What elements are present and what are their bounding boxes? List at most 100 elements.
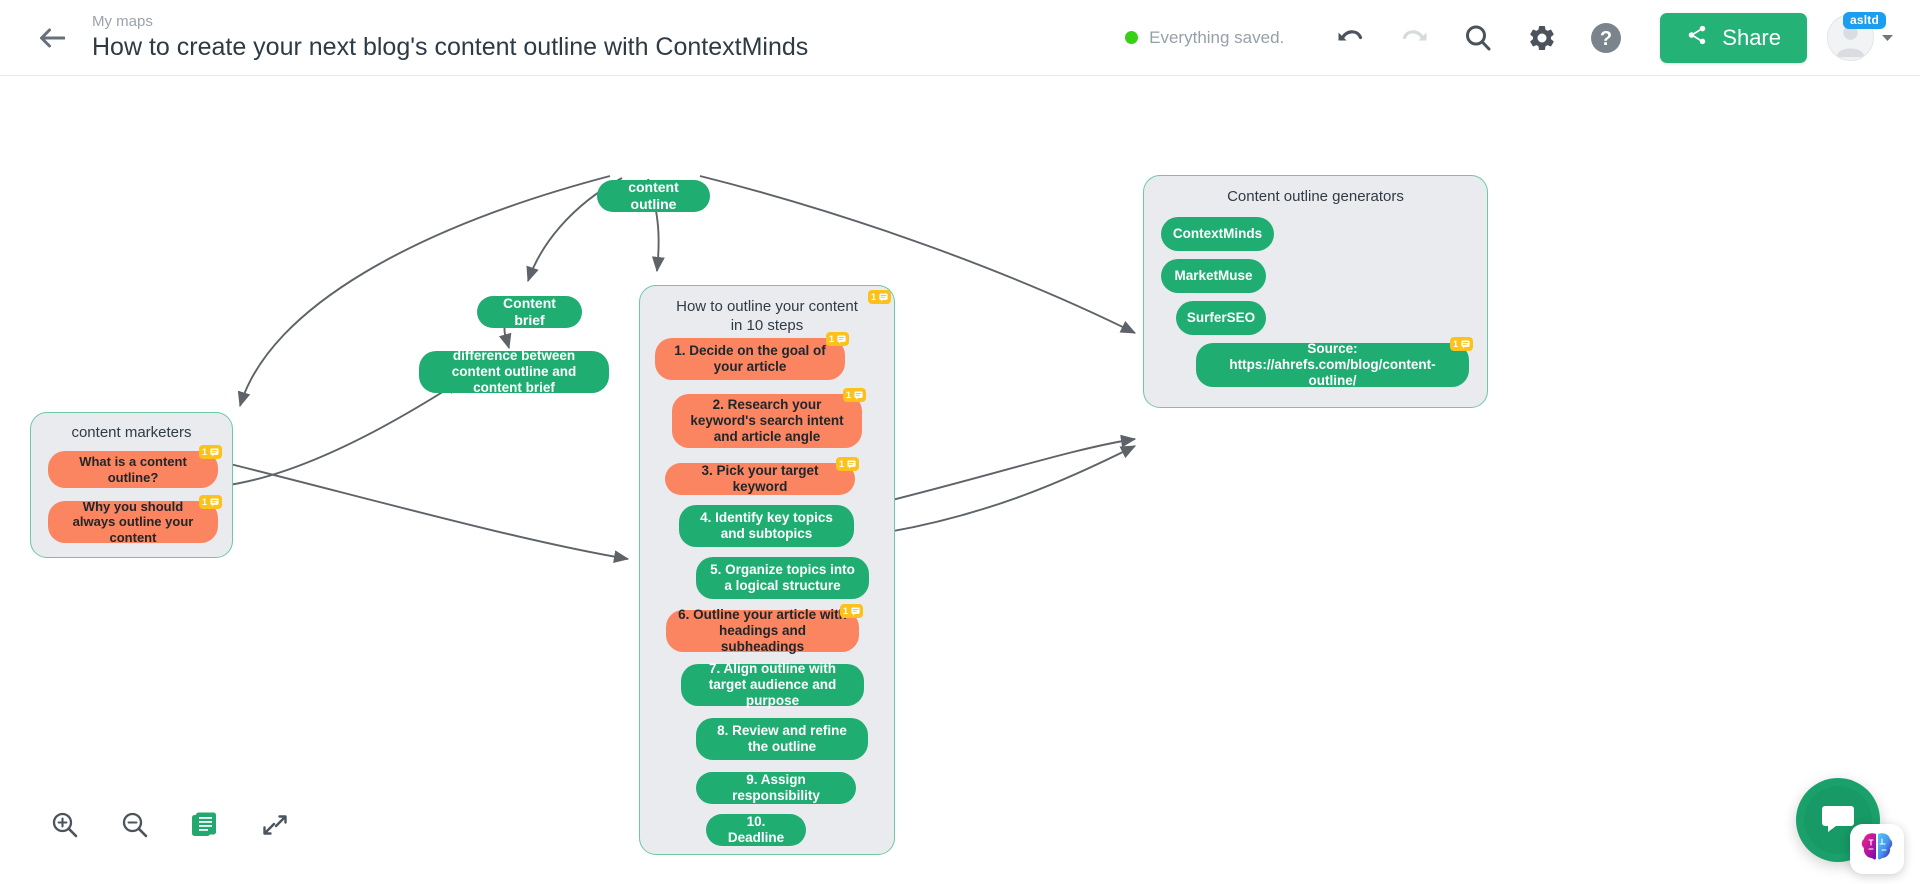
comment-count: 1 [870, 291, 876, 302]
brain-fab-button[interactable] [1850, 824, 1904, 874]
share-button-label: Share [1722, 24, 1781, 50]
chevron-down-icon[interactable] [1881, 29, 1894, 47]
comment-count: 1 [838, 458, 844, 469]
node-label: Why you should always outline your conte… [72, 499, 194, 545]
save-status-dot [1125, 31, 1139, 44]
node-label: ContextMinds [1172, 226, 1263, 242]
node-label: 1. Decide on the goal of your article [674, 343, 826, 374]
zoom-out-icon [120, 810, 150, 840]
node-content-outline[interactable]: content outline [597, 179, 710, 212]
node-step-2[interactable]: 2. Research your keyword's search intent… [672, 388, 866, 448]
redo-icon [1400, 27, 1429, 49]
node-label: difference between content outline and c… [451, 348, 577, 395]
node-label: Source: https://ahrefs.com/blog/content-… [1229, 341, 1436, 388]
comment-badge[interactable]: 1 [198, 445, 222, 459]
comment-icon [1461, 339, 1470, 349]
group-how-to-outline[interactable]: How to outline your content in 10 steps … [639, 285, 895, 855]
comment-badge[interactable]: 1 [867, 290, 891, 304]
node-label: 4. Identify key topics and subtopics [700, 510, 833, 541]
search-button[interactable] [1455, 15, 1501, 61]
comment-icon [837, 334, 846, 344]
comment-badge[interactable]: 1 [198, 495, 222, 509]
arrow-left-icon [39, 28, 65, 48]
edge-layer [221, 175, 1137, 564]
node-contextminds[interactable]: ContextMinds [1161, 217, 1274, 251]
gear-icon [1527, 23, 1557, 53]
share-icon [1686, 24, 1708, 51]
node-step-3[interactable]: 3. Pick your target keyword 1 [665, 457, 859, 495]
comment-icon [879, 292, 888, 302]
node-label: 10. Deadline [727, 814, 785, 845]
comment-badge[interactable]: 1 [1449, 337, 1473, 351]
node-step-9[interactable]: 9. Assign responsibility [696, 772, 856, 804]
group-title: content marketers [71, 424, 192, 441]
node-label: What is a content outline? [79, 454, 187, 485]
app-header: My maps How to create your next blog's c… [0, 0, 1920, 76]
search-icon [1463, 23, 1493, 53]
node-step-10[interactable]: 10. Deadline [706, 814, 806, 846]
fit-screen-button[interactable] [258, 808, 292, 842]
group-title: Content outline generators [1227, 188, 1404, 205]
comment-count: 1 [842, 605, 848, 616]
undo-icon [1336, 27, 1365, 49]
group-title: How to outline your content in 10 steps [676, 298, 858, 334]
account-menu[interactable]: asltd [1827, 12, 1894, 61]
edge-marketers-to-steps [221, 461, 630, 564]
comment-badge[interactable]: 1 [842, 388, 866, 402]
question-mark-icon: ? [1590, 22, 1622, 54]
comment-badge[interactable]: 1 [825, 332, 849, 346]
node-label: 6. Outline your article with headings an… [678, 607, 847, 654]
notes-icon [191, 811, 219, 839]
comment-icon [210, 497, 219, 507]
page-title[interactable]: How to create your next blog's content o… [92, 32, 808, 62]
node-surferseo[interactable]: SurferSEO [1176, 301, 1266, 335]
breadcrumb[interactable]: My maps [92, 13, 808, 31]
group-generators[interactable]: Content outline generators ContextMinds … [1143, 175, 1488, 408]
comment-icon [854, 390, 863, 400]
svg-text:?: ? [1600, 28, 1612, 50]
comment-count: 1 [201, 446, 207, 457]
node-what-is-content-outline[interactable]: What is a content outline? 1 [48, 445, 222, 488]
help-button[interactable]: ? [1583, 15, 1629, 61]
mindmap-canvas[interactable]: content outline Content brief difference… [0, 76, 1920, 884]
node-label: 5. Organize topics into a logical struct… [710, 562, 855, 593]
node-label: 2. Research your keyword's search intent… [690, 397, 844, 444]
header-actions: Everything saved. ? Share asltd [1125, 0, 1920, 75]
node-label: 7. Align outline with target audience an… [708, 661, 837, 708]
redo-button[interactable] [1391, 15, 1437, 61]
node-label: 9. Assign responsibility [732, 772, 820, 803]
node-label: MarketMuse [1174, 268, 1253, 284]
node-label: content outline [628, 179, 679, 212]
account-badge: asltd [1842, 12, 1886, 29]
save-status: Everything saved. [1125, 28, 1284, 48]
node-label: 8. Review and refine the outline [717, 723, 847, 754]
node-source-link[interactable]: Source: https://ahrefs.com/blog/content-… [1196, 337, 1473, 388]
node-step-7[interactable]: 7. Align outline with target audience an… [681, 661, 864, 708]
node-label: SurferSEO [1186, 310, 1256, 326]
node-label: Content brief [503, 295, 556, 328]
node-marketmuse[interactable]: MarketMuse [1161, 259, 1266, 293]
node-step-6[interactable]: 6. Outline your article with headings an… [666, 604, 863, 654]
zoom-out-button[interactable] [118, 808, 152, 842]
group-content-marketers[interactable]: content marketers What is a content outl… [30, 412, 233, 558]
back-button[interactable] [30, 16, 74, 60]
node-step-1[interactable]: 1. Decide on the goal of your article 1 [655, 332, 849, 380]
settings-button[interactable] [1519, 15, 1565, 61]
node-content-brief[interactable]: Content brief [477, 295, 582, 328]
edge-step4-to-generators [875, 434, 1137, 505]
comment-count: 1 [828, 333, 834, 344]
node-step-8[interactable]: 8. Review and refine the outline [696, 718, 868, 760]
zoom-in-button[interactable] [48, 808, 82, 842]
share-button[interactable]: Share [1660, 12, 1807, 63]
node-step-4[interactable]: 4. Identify key topics and subtopics [679, 505, 854, 547]
node-difference[interactable]: difference between content outline and c… [419, 348, 609, 395]
undo-button[interactable] [1327, 15, 1373, 61]
node-why-outline[interactable]: Why you should always outline your conte… [48, 495, 222, 545]
title-block: My maps How to create your next blog's c… [92, 13, 808, 62]
edge-step-to-source [875, 445, 1137, 535]
comment-badge[interactable]: 1 [839, 604, 863, 618]
comment-badge[interactable]: 1 [835, 457, 859, 471]
notes-button[interactable] [188, 808, 222, 842]
brain-icon [1860, 831, 1894, 868]
node-step-5[interactable]: 5. Organize topics into a logical struct… [696, 557, 869, 599]
